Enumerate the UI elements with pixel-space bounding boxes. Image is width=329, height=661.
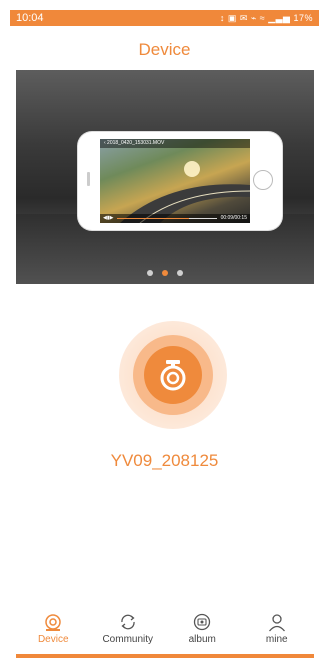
tab-album[interactable]: album — [165, 612, 240, 654]
video-controls: ◀▮▶ 00:09/00:15 — [100, 214, 250, 223]
video-progress-fill — [117, 218, 189, 219]
device-name[interactable]: YV09_208125 — [0, 451, 329, 471]
album-icon — [194, 613, 211, 631]
dashcam-icon — [45, 614, 61, 631]
video-preview: ‹ 2018_0420_153031.MOV ◀▮▶ 00:09/00:15 — [100, 139, 250, 223]
tab-mine-label: mine — [265, 634, 288, 645]
phone-speaker — [87, 172, 90, 186]
dashcam-glyph — [160, 360, 186, 391]
play-icon: ◀▮▶ — [103, 215, 114, 221]
page-title: Device — [138, 40, 191, 59]
refresh-icon — [121, 614, 135, 630]
phone-home-button — [253, 170, 273, 190]
phone-mockup: ‹ 2018_0420_153031.MOV ◀▮▶ 00:09/00:15 — [78, 132, 282, 230]
status-time: 10:04 — [16, 12, 44, 24]
status-bar: 10:04 ↕ ▣ ✉ ⌁ ≈ ▁▃▅ 17% — [10, 10, 319, 26]
road-scene-illustration — [120, 161, 250, 223]
carousel-dot[interactable] — [147, 270, 153, 276]
dashcam-icon — [144, 346, 202, 404]
promo-banner[interactable]: ‹ 2018_0420_153031.MOV ◀▮▶ 00:09/00:15 — [16, 70, 314, 284]
video-progress — [117, 218, 217, 219]
bottom-tab-bar: Device Community album mine — [16, 612, 314, 654]
tab-device-label: Device — [37, 634, 69, 645]
tab-community[interactable]: Community — [91, 612, 166, 654]
bottom-accent-bar — [16, 654, 314, 658]
carousel-dot[interactable] — [162, 270, 168, 276]
tab-device[interactable]: Device — [16, 612, 91, 654]
tab-album-label: album — [188, 634, 216, 645]
person-icon — [268, 614, 285, 632]
carousel-dot[interactable] — [177, 270, 183, 276]
device-camera-button[interactable] — [119, 321, 227, 429]
status-indicators: ↕ ▣ ✉ ⌁ ≈ ▁▃▅ 17% — [220, 13, 313, 24]
video-time: 00:09/00:15 — [220, 215, 247, 221]
tab-community-label: Community — [102, 634, 154, 645]
carousel-indicator — [16, 270, 314, 276]
status-icons: ↕ ▣ ✉ ⌁ ≈ ▁▃▅ 17% — [219, 12, 313, 23]
tab-mine[interactable]: mine — [240, 612, 315, 654]
